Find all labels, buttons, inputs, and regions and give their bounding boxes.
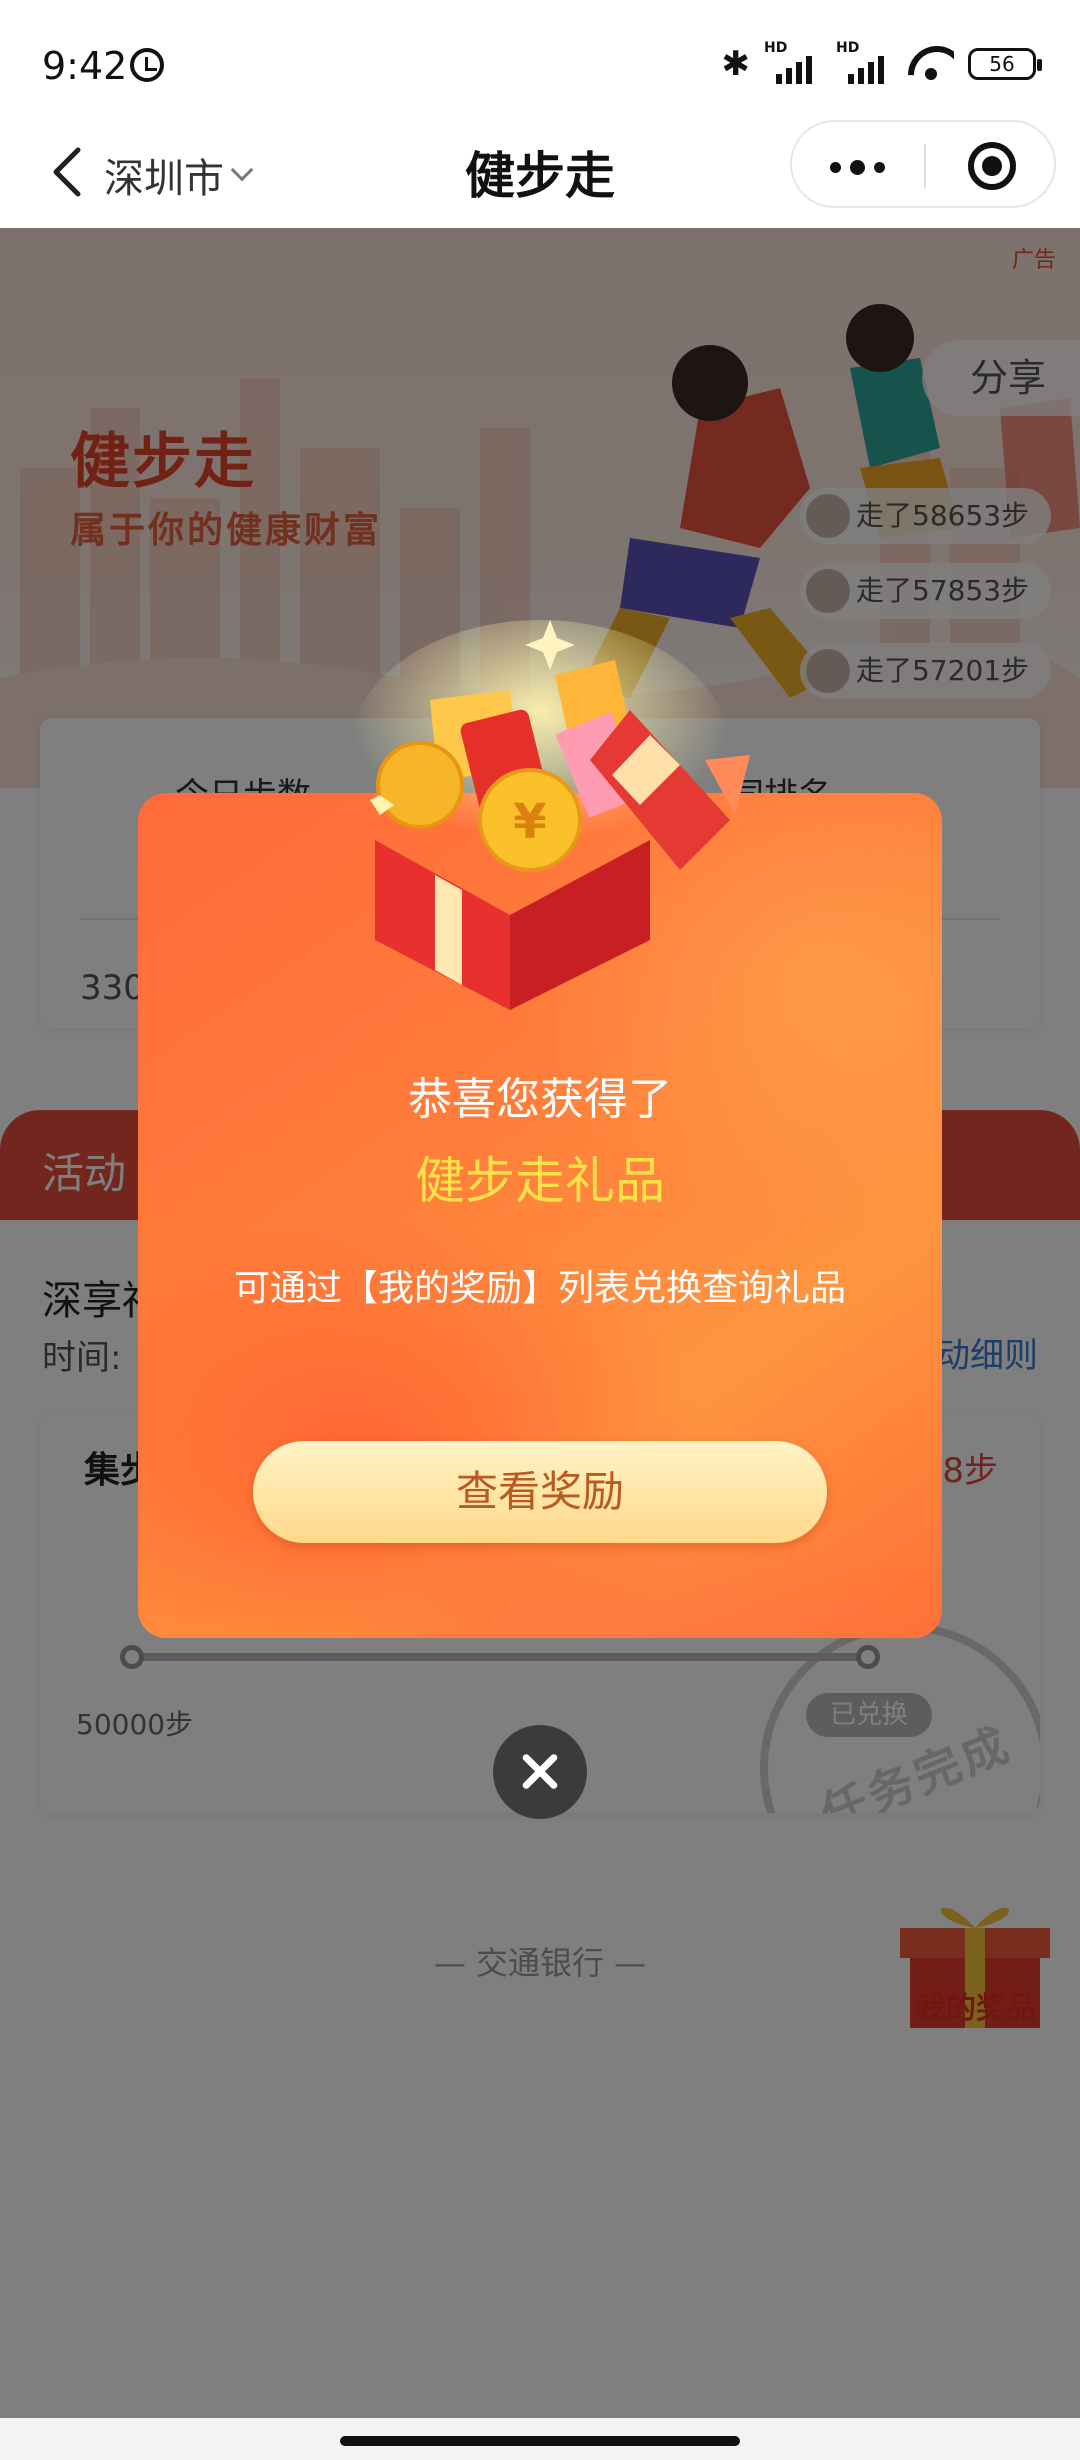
signal-icon: HD bbox=[764, 40, 822, 84]
chevron-down-icon bbox=[230, 158, 254, 182]
target-icon[interactable] bbox=[968, 142, 1016, 190]
city-label: 深圳市 bbox=[104, 156, 224, 202]
home-indicator bbox=[340, 2436, 740, 2446]
nav-bar: 深圳市 健步走 bbox=[0, 120, 1080, 228]
city-selector[interactable]: 深圳市 bbox=[104, 146, 254, 204]
gift-box-icon: ¥ bbox=[350, 620, 750, 1010]
battery-icon: 56 bbox=[968, 48, 1042, 80]
wifi-icon bbox=[908, 46, 954, 82]
alarm-icon bbox=[130, 48, 164, 82]
close-icon[interactable] bbox=[493, 1725, 587, 1819]
view-rewards-button[interactable]: 查看奖励 bbox=[253, 1441, 827, 1543]
bluetooth-icon: ✱ bbox=[721, 44, 751, 84]
gift-name: 健步走礼品 bbox=[415, 1152, 665, 1210]
congrats-text: 恭喜您获得了 bbox=[408, 1074, 672, 1125]
svg-text:¥: ¥ bbox=[513, 794, 546, 850]
back-icon[interactable] bbox=[40, 142, 100, 202]
status-time: 9:42 bbox=[42, 44, 128, 88]
status-bar: 9:42 ✱ HD HD 56 bbox=[0, 0, 1080, 120]
more-icon[interactable] bbox=[830, 160, 885, 175]
modal-hint: 可通过【我的奖励】列表兑换查询礼品 bbox=[233, 1268, 846, 1309]
signal-icon-2: HD bbox=[836, 40, 894, 84]
miniprogram-capsule bbox=[790, 120, 1056, 208]
status-icons: ✱ HD HD 56 bbox=[721, 40, 1042, 84]
capsule-divider bbox=[924, 144, 926, 188]
